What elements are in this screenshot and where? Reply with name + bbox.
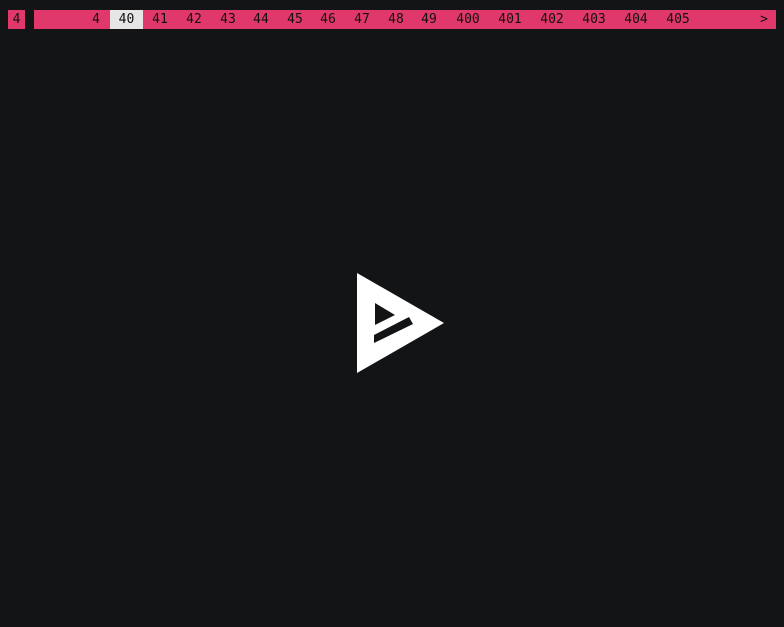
window-tab-list: 4 40 41 42 43 44 45 46 47 48 49 400 401 … xyxy=(34,10,776,29)
window-tab[interactable]: 4 xyxy=(88,10,104,29)
session-indicator: 4 xyxy=(8,10,25,29)
window-tab[interactable]: 49 xyxy=(416,10,442,29)
window-tab[interactable]: 48 xyxy=(383,10,409,29)
window-tab[interactable]: 45 xyxy=(282,10,308,29)
window-tab[interactable]: 44 xyxy=(248,10,274,29)
window-tab[interactable]: 43 xyxy=(215,10,241,29)
window-tab[interactable]: 46 xyxy=(315,10,341,29)
window-tab[interactable]: 401 xyxy=(494,10,526,29)
more-tabs-indicator[interactable]: > xyxy=(760,10,768,29)
window-tab[interactable]: 41 xyxy=(147,10,173,29)
astro-logo-icon xyxy=(357,273,444,373)
status-bar: 4 4 40 41 42 43 44 45 46 47 48 49 400 40… xyxy=(8,10,776,29)
window-tab[interactable]: 47 xyxy=(349,10,375,29)
window-tab[interactable]: 405 xyxy=(662,10,694,29)
window-tab[interactable]: 400 xyxy=(452,10,484,29)
window-tab-active[interactable]: 40 xyxy=(110,10,143,29)
window-tab[interactable]: 402 xyxy=(536,10,568,29)
window-tab[interactable]: 42 xyxy=(181,10,207,29)
window-tab[interactable]: 404 xyxy=(620,10,652,29)
window-tab[interactable]: 403 xyxy=(578,10,610,29)
